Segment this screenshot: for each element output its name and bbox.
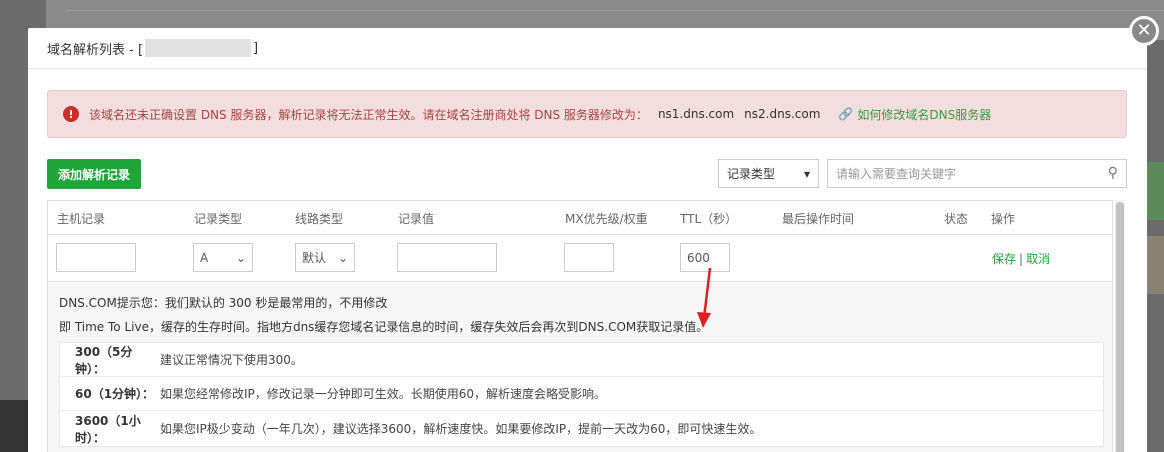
cancel-button[interactable]: 取消 xyxy=(1026,252,1050,266)
tips-line-2: 即 Time To Live，缓存的生存时间。指地方dns缓存您域名记录信息的时… xyxy=(59,320,709,334)
ttl-input[interactable]: 600 xyxy=(680,243,730,272)
redacted-domain xyxy=(145,39,252,57)
table-scrollbar[interactable] xyxy=(1115,200,1125,452)
search-placeholder: 请输入需要查询关键字 xyxy=(836,167,957,181)
record-type-value: A xyxy=(200,250,209,265)
row-actions: 保存 | 取消 xyxy=(992,250,1050,267)
host-input[interactable] xyxy=(56,243,136,272)
background-sidebar-fragment xyxy=(0,400,28,452)
ttl-option-desc: 建议正常情况下使用300。 xyxy=(160,353,303,367)
record-type-filter-select[interactable]: 记录类型 ▾ xyxy=(718,159,819,188)
modal-title-suffix: ] xyxy=(253,40,259,56)
line-type-value: 默认 xyxy=(302,251,327,265)
close-icon: ✕ xyxy=(1136,20,1152,41)
action-separator: | xyxy=(1019,252,1024,266)
dns-help-link[interactable]: 🔗 如何修改域名DNS服务器 xyxy=(838,106,991,123)
col-line: 线路类型 xyxy=(295,212,344,226)
alert-ns1: ns1.dns.com xyxy=(657,107,735,121)
tips-line-1: DNS.COM提示您：我们默认的 300 秒是最常用的，不用修改 xyxy=(59,296,388,310)
col-actions: 操作 xyxy=(991,212,1016,226)
chevron-down-icon: ⌄ xyxy=(235,250,246,265)
mx-priority-input[interactable] xyxy=(564,243,614,272)
line-type-select[interactable]: 默认 ⌄ xyxy=(295,243,355,272)
col-host: 主机记录 xyxy=(57,212,106,226)
ttl-option-key: 60（1分钟）： xyxy=(75,387,155,401)
ttl-option-desc: 如果您经常修改IP，修改记录一分钟即可生效。长期使用60，解析速度会略受影响。 xyxy=(160,387,607,401)
modal-title-prefix: 域名解析列表 - [ xyxy=(47,42,144,58)
save-button[interactable]: 保存 xyxy=(992,252,1016,266)
add-record-button[interactable]: 添加解析记录 xyxy=(47,159,141,189)
new-record-row: A ⌄ 默认 ⌄ 600 保存 | 取消 xyxy=(48,235,1112,282)
record-type-select[interactable]: A ⌄ xyxy=(193,243,253,272)
ttl-options-list: 300（5分钟）： 建议正常情况下使用300。 60（1分钟）： 如果您经常修改… xyxy=(59,342,1104,447)
col-status: 状态 xyxy=(944,212,969,226)
warning-icon: ! xyxy=(63,106,79,122)
link-icon: 🔗 xyxy=(838,107,854,121)
alert-message: 该域名还未正确设置 DNS 服务器，解析记录将无法正常生效。请在域名注册商处将 … xyxy=(89,107,648,122)
record-value-input[interactable] xyxy=(397,243,497,272)
ttl-option-desc: 如果您IP极少变动（一年几次），建议选择3600，解析速度快。如果要修改IP，提… xyxy=(160,422,762,436)
record-type-filter-value: 记录类型 xyxy=(727,167,776,181)
background-badge-fragment-2 xyxy=(1146,236,1164,294)
dns-help-link-text: 如何修改域名DNS服务器 xyxy=(857,107,992,122)
chevron-down-icon: ⌄ xyxy=(337,250,348,265)
col-mx: MX优先级/权重 xyxy=(565,212,648,226)
toolbar: 添加解析记录 记录类型 ▾ 请输入需要查询关键字 ⚲ xyxy=(47,159,1127,189)
alert-ns2: ns2.dns.com xyxy=(744,107,821,121)
dns-record-modal: 域名解析列表 - [ ] ! 该域名还未正确设置 DNS 服务器，解析记录将无法… xyxy=(28,28,1147,452)
scrollbar-thumb[interactable] xyxy=(1116,202,1124,452)
chevron-down-icon: ▾ xyxy=(803,166,810,181)
list-item: 60（1分钟）： 如果您经常修改IP，修改记录一分钟即可生效。长期使用60，解析… xyxy=(60,377,1103,411)
table-header: 主机记录 记录类型 线路类型 记录值 MX优先级/权重 TTL（秒） 最后操作时… xyxy=(48,201,1112,235)
list-item: 3600（1小时）： 如果您IP极少变动（一年几次），建议选择3600，解析速度… xyxy=(60,411,1103,446)
list-item: 300（5分钟）： 建议正常情况下使用300。 xyxy=(60,343,1103,377)
background-badge-fragment xyxy=(1146,162,1164,220)
search-input[interactable]: 请输入需要查询关键字 ⚲ xyxy=(827,159,1127,188)
col-last-modified: 最后操作时间 xyxy=(782,212,855,226)
search-icon[interactable]: ⚲ xyxy=(1108,165,1118,181)
dns-warning-alert: ! 该域名还未正确设置 DNS 服务器，解析记录将无法正常生效。请在域名注册商处… xyxy=(47,90,1127,138)
col-type: 记录类型 xyxy=(194,212,243,226)
ttl-option-key: 3600（1小时）： xyxy=(75,413,141,445)
col-value: 记录值 xyxy=(398,212,435,226)
col-ttl: TTL（秒） xyxy=(680,212,738,226)
ttl-option-key: 300（5分钟）： xyxy=(75,344,133,376)
close-button[interactable]: ✕ xyxy=(1129,16,1159,46)
modal-header: 域名解析列表 - [ ] xyxy=(28,28,1147,69)
dns-records-table: 主机记录 记录类型 线路类型 记录值 MX优先级/权重 TTL（秒） 最后操作时… xyxy=(47,200,1113,452)
ttl-tips-panel: DNS.COM提示您：我们默认的 300 秒是最常用的，不用修改 即 Time … xyxy=(48,283,1112,452)
